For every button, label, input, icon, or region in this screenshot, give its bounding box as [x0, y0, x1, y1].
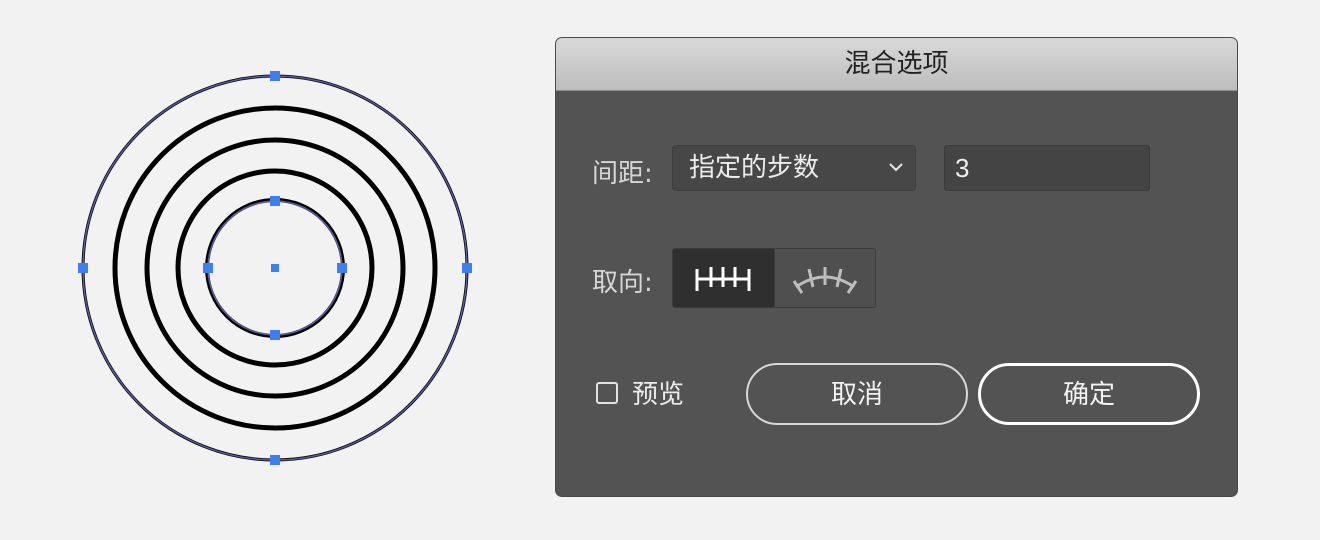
- ok-button[interactable]: 确定: [978, 363, 1200, 425]
- blend-options-dialog: 混合选项 间距: 指定的步数 取向:: [556, 38, 1237, 496]
- orientation-label: 取向:: [592, 268, 653, 298]
- anchor-point[interactable]: [337, 263, 347, 273]
- artboard-canvas[interactable]: [0, 0, 556, 540]
- align-to-page-icon: [695, 267, 751, 291]
- align-to-path-button[interactable]: [773, 249, 875, 307]
- anchor-point[interactable]: [270, 196, 280, 206]
- chevron-down-icon: [889, 163, 903, 172]
- spacing-label: 间距:: [592, 159, 653, 189]
- align-to-path-icon: [792, 267, 857, 294]
- orientation-toggle: [672, 248, 876, 308]
- align-to-page-button[interactable]: [673, 249, 774, 307]
- dialog-title: 混合选项: [556, 38, 1237, 91]
- preview-checkbox[interactable]: [596, 381, 618, 404]
- preview-label: 预览: [632, 380, 685, 410]
- anchor-point[interactable]: [270, 330, 280, 340]
- anchor-points: [78, 71, 472, 465]
- app-stage: 混合选项 间距: 指定的步数 取向:: [0, 0, 1320, 540]
- anchor-point[interactable]: [462, 263, 472, 273]
- anchor-point[interactable]: [270, 455, 280, 465]
- spacing-select[interactable]: 指定的步数: [672, 145, 916, 191]
- spacing-select-value: 指定的步数: [689, 153, 820, 183]
- steps-input[interactable]: [944, 145, 1150, 191]
- center-point[interactable]: [271, 264, 279, 272]
- anchor-point[interactable]: [270, 71, 280, 81]
- anchor-point[interactable]: [78, 263, 88, 273]
- cancel-button[interactable]: 取消: [746, 363, 968, 425]
- anchor-point[interactable]: [203, 263, 213, 273]
- preview-option[interactable]: 预览: [596, 374, 684, 411]
